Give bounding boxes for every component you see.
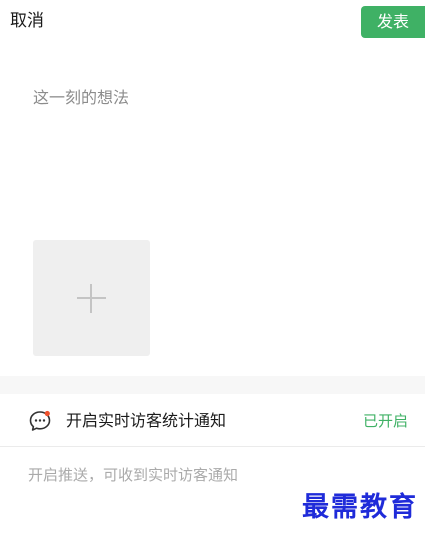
notification-label: 开启实时访客统计通知 — [66, 411, 227, 430]
top-bar: 取消 发表 — [0, 0, 425, 44]
cancel-button[interactable]: 取消 — [10, 10, 44, 32]
add-photo-button[interactable] — [33, 240, 150, 356]
post-button[interactable]: 发表 — [361, 6, 425, 38]
notification-status[interactable]: 已开启 — [363, 409, 408, 433]
section-separator — [0, 376, 425, 394]
plus-icon — [77, 284, 106, 313]
compose-text-input[interactable]: 这一刻的想法 — [33, 86, 393, 110]
chat-bubble-icon — [28, 409, 52, 433]
notification-hint: 开启推送，可收到实时访客通知 — [28, 466, 239, 484]
divider — [0, 446, 425, 447]
notification-setting-row[interactable]: 开启实时访客统计通知 已开启 — [0, 394, 425, 446]
watermark-text: 最需教育 — [302, 492, 418, 523]
